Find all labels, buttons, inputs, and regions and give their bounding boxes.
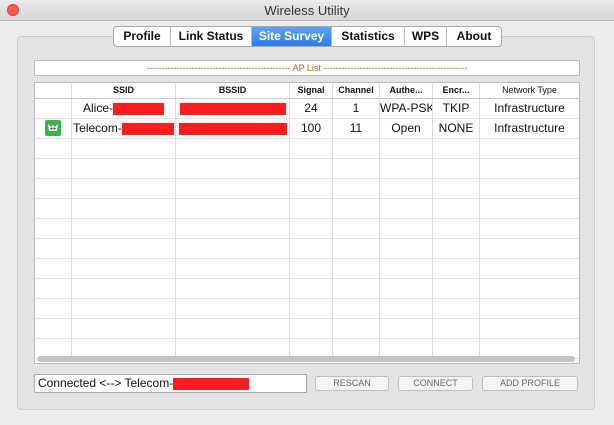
redaction-mark (179, 102, 286, 115)
redaction-mark (121, 122, 174, 135)
add-profile-button[interactable]: ADD PROFILE (482, 376, 578, 391)
empty-rows (35, 139, 579, 359)
connection-status: Connected <--> Telecom- (34, 374, 307, 393)
tab-wps[interactable]: WPS (405, 27, 447, 46)
column-header-network-type[interactable]: Network Type (480, 83, 579, 98)
tab-profile[interactable]: Profile (114, 27, 171, 46)
column-header-channel[interactable]: Channel (333, 83, 380, 98)
auth-cell: Open (380, 119, 433, 138)
empty-row (35, 279, 579, 299)
network-type-cell: Infrastructure (494, 121, 565, 135)
tab-statistics[interactable]: Statistics (332, 27, 405, 46)
tab-about[interactable]: About (447, 27, 501, 46)
channel-cell: 1 (333, 99, 380, 118)
column-header-icon[interactable] (35, 83, 72, 98)
ssid-cell: Alice- (72, 99, 176, 118)
ssid-cell: Telecom- (72, 119, 176, 138)
redaction-mark (113, 102, 164, 115)
empty-row (35, 319, 579, 339)
empty-row (35, 159, 579, 179)
column-header-encryption[interactable]: Encr... (433, 83, 480, 98)
tab-link-status[interactable]: Link Status (171, 27, 252, 46)
auth-cell: WPA-PSK (380, 99, 433, 118)
rescan-button[interactable]: RESCAN (315, 376, 389, 391)
encr-cell: NONE (433, 119, 480, 138)
empty-row (35, 299, 579, 319)
signal-cell: 100 (290, 119, 333, 138)
table-row[interactable]: Alice- 24 1 WPA-PSK TKIP Infrastructure (35, 99, 579, 119)
table-header: SSID BSSID Signal Channel Authe... Encr.… (35, 83, 579, 99)
empty-row (35, 199, 579, 219)
encr-cell: TKIP (433, 99, 480, 118)
empty-row (35, 179, 579, 199)
connection-status-text: Connected <--> Telecom- (38, 376, 174, 390)
tab-site-survey[interactable]: Site Survey (252, 27, 332, 46)
empty-row (35, 259, 579, 279)
status-cell (35, 99, 72, 118)
ssid-text: Alice- (82, 101, 113, 115)
ap-list-table[interactable]: SSID BSSID Signal Channel Authe... Encr.… (34, 82, 580, 364)
empty-row (35, 239, 579, 259)
empty-row (35, 219, 579, 239)
status-cell (35, 119, 72, 138)
network-type-cell: Infrastructure (494, 101, 565, 115)
column-header-bssid[interactable]: BSSID (176, 83, 290, 98)
column-header-ssid[interactable]: SSID (72, 83, 176, 98)
bssid-cell (176, 119, 290, 138)
title-bar: Wireless Utility (0, 0, 614, 21)
ssid-text: Telecom- (73, 121, 122, 135)
window-title: Wireless Utility (264, 3, 350, 18)
table-row[interactable]: Telecom- 100 11 Open NONE Infrastructure (35, 119, 579, 139)
horizontal-scrollbar[interactable] (37, 356, 575, 362)
redaction-mark (173, 377, 250, 390)
empty-row (35, 139, 579, 159)
bssid-cell (176, 99, 290, 118)
connect-button[interactable]: CONNECT (398, 376, 473, 391)
ap-list-label: ----------------------------------------… (34, 60, 580, 76)
signal-cell: 24 (290, 99, 333, 118)
redaction-mark (178, 122, 287, 135)
channel-cell: 11 (333, 119, 380, 138)
column-header-authentication[interactable]: Authe... (380, 83, 433, 98)
connected-network-icon (45, 120, 61, 136)
column-header-signal[interactable]: Signal (290, 83, 333, 98)
tab-bar: Profile Link Status Site Survey Statisti… (113, 26, 502, 47)
